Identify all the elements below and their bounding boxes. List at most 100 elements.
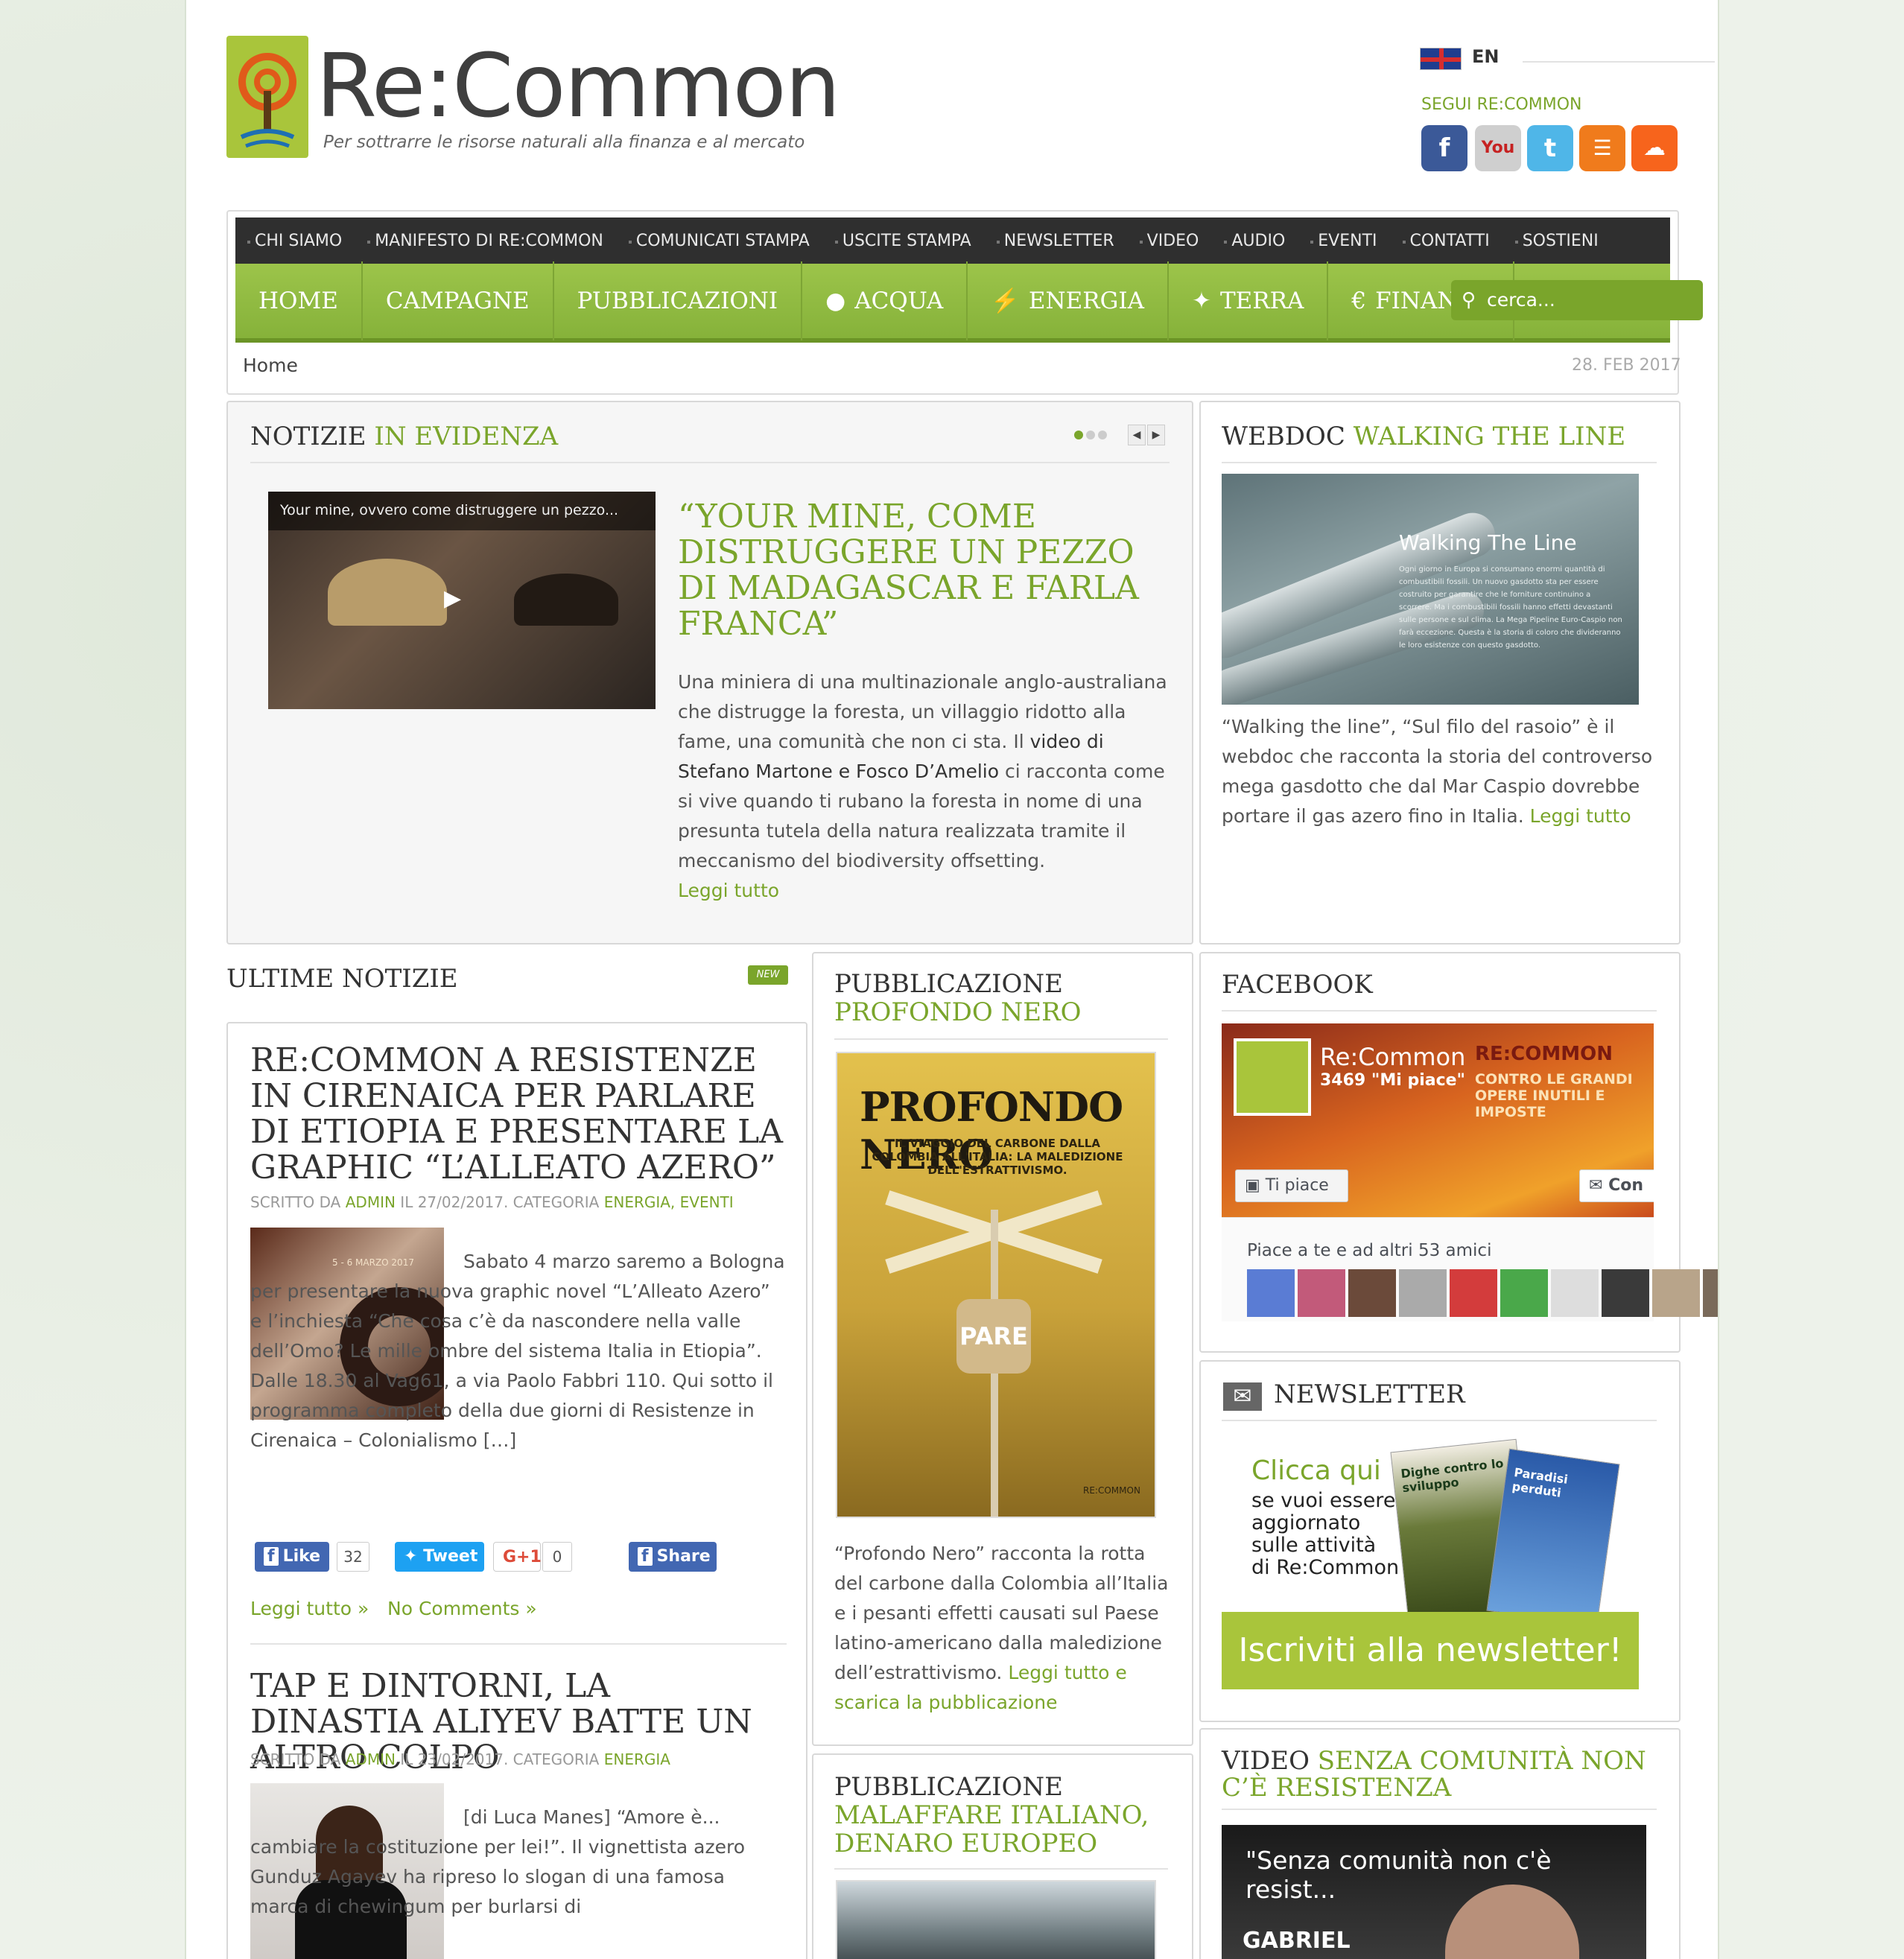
featured-title[interactable]: “YOUR MINE, COME DISTRUGGERE UN PEZZO DI… [678, 499, 1140, 642]
newsletter-subscribe-button[interactable]: Iscriviti alla newsletter! [1222, 1612, 1639, 1689]
hat-shape [328, 559, 447, 626]
webdoc-image[interactable]: Walking The Line Ogni giorno in Europa s… [1222, 474, 1639, 705]
nav-home[interactable]: HOME [235, 261, 363, 340]
nav-uscite-stampa[interactable]: USCITE STAMPA [834, 232, 971, 250]
featured-read-more[interactable]: Leggi tutto [678, 876, 779, 906]
avatar[interactable] [1247, 1269, 1295, 1317]
facebook-like-count: 3469 "Mi piace" [1320, 1071, 1466, 1090]
avatar[interactable] [1652, 1269, 1700, 1317]
facebook-page-banner[interactable]: Re:Common 3469 "Mi piace" RE:COMMON CONT… [1222, 1023, 1654, 1217]
divider [1222, 1809, 1657, 1810]
cover-subtitle: IL VIAGGIO DEL CARBONE DALLA COLOMBIA AL… [872, 1137, 1123, 1177]
facebook-contact-button[interactable]: ✉ Con [1579, 1169, 1654, 1202]
page-container: Re:Common Per sottrarre le risorse natur… [185, 0, 1719, 1959]
nav-newsletter[interactable]: NEWSLETTER [996, 232, 1114, 250]
site-title[interactable]: Re:Common [316, 42, 841, 130]
nav-chi-siamo[interactable]: CHI SIAMO [247, 232, 342, 250]
divider [834, 1868, 1168, 1870]
publication-cover[interactable] [836, 1880, 1156, 1959]
newsletter-cta-subtext: se vuoi essere aggiornato sulle attività… [1251, 1489, 1400, 1579]
post-comments-link[interactable]: No Comments » [387, 1594, 537, 1624]
author-link[interactable]: ADMIN [346, 1193, 396, 1211]
post-excerpt: Sabato 4 marzo saremo a Bologna per pres… [250, 1251, 785, 1451]
category-link[interactable]: ENERGIA, EVENTI [604, 1193, 734, 1211]
avatar[interactable] [1450, 1269, 1497, 1317]
publication-heading: PUBBLICAZIONE MALAFFARE ITALIANO, DENARO… [834, 1772, 1149, 1858]
divider [1222, 462, 1657, 463]
twitter-icon[interactable]: t [1527, 125, 1573, 171]
tweet-button[interactable]: ✦ Tweet [395, 1542, 484, 1572]
avatar[interactable] [1602, 1269, 1649, 1317]
water-drop-icon: ● [825, 288, 846, 314]
post-meta: SCRITTO DA ADMIN IL 27/02/2017. CATEGORI… [250, 1193, 734, 1211]
author-link[interactable]: ADMIN [346, 1750, 396, 1768]
video-player[interactable]: "Senza comunità non c'è resist... GABRIE… [1222, 1825, 1646, 1959]
nav-sostieni[interactable]: SOSTIENI [1514, 232, 1599, 250]
featured-excerpt: Una miniera di una multinazionale anglo-… [678, 671, 1167, 871]
category-link[interactable]: ENERGIA [604, 1750, 670, 1768]
soundcloud-icon[interactable]: ☁ [1631, 125, 1678, 171]
video-caption: GABRIEL [1243, 1928, 1351, 1954]
nav-contatti[interactable]: CONTATTI [1402, 232, 1490, 250]
post-excerpt: [di Luca Manes] “Amore è... cambiare la … [250, 1806, 746, 1917]
search-icon: ⚲ [1462, 289, 1476, 311]
play-icon[interactable]: ▶ [444, 585, 461, 612]
featured-video[interactable]: Your mine, ovvero come distruggere un pe… [268, 492, 656, 709]
video-title: Your mine, ovvero come distruggere un pe… [280, 502, 619, 518]
avatar[interactable] [1551, 1269, 1599, 1317]
webdoc-read-more[interactable]: Leggi tutto [1530, 805, 1631, 827]
twitter-icon: ✦ [404, 1547, 424, 1566]
rss-icon[interactable]: ☰ [1579, 125, 1625, 171]
facebook-friends-avatars[interactable] [1247, 1269, 1718, 1317]
logo-icon[interactable] [226, 36, 308, 158]
nav-manifesto[interactable]: MANIFESTO DI RE:COMMON [367, 232, 603, 250]
post-title[interactable]: RE:COMMON A RESISTENZE IN CIRENAICA PER … [250, 1043, 787, 1186]
facebook-icon[interactable]: f [1421, 125, 1467, 171]
banner-text: CONTRO LE GRANDI OPERE INUTILI E IMPOSTE [1475, 1071, 1633, 1120]
next-arrow-icon[interactable]: ▶ [1147, 425, 1165, 445]
newsletter-heading: NEWSLETTER [1274, 1379, 1465, 1409]
avatar[interactable] [1348, 1269, 1396, 1317]
facebook-like-page-button[interactable]: ▣ Ti piace [1235, 1169, 1348, 1202]
slider-dots[interactable] [1074, 431, 1107, 439]
nav-comunicati-stampa[interactable]: COMUNICATI STAMPA [628, 232, 810, 250]
featured-heading: NOTIZIE IN EVIDENZA [250, 422, 559, 451]
facebook-heading: FACEBOOK [1222, 970, 1373, 1000]
publication-cover[interactable]: PROFONDO NERO IL VIAGGIO DEL CARBONE DAL… [836, 1052, 1156, 1518]
newsletter-banner[interactable]: Clicca qui se vuoi essere aggiornato sul… [1222, 1433, 1639, 1689]
language-switch[interactable]: EN [1472, 46, 1499, 67]
facebook-like-button[interactable]: f Like [255, 1542, 329, 1572]
avatar[interactable] [1399, 1269, 1447, 1317]
breadcrumb[interactable]: Home [243, 355, 298, 376]
google-plus-button[interactable]: G+1 [493, 1542, 542, 1572]
facebook-page-name[interactable]: Re:Common [1320, 1043, 1465, 1071]
nav-campagne[interactable]: CAMPAGNE [363, 261, 554, 340]
youtube-icon[interactable]: You [1475, 125, 1521, 171]
wheat-icon: ✦ [1192, 288, 1211, 314]
prev-arrow-icon[interactable]: ◀ [1128, 425, 1146, 445]
avatar[interactable] [1500, 1269, 1548, 1317]
like-count: 32 [337, 1542, 369, 1572]
nav-pubblicazioni[interactable]: PUBBLICAZIONI [554, 261, 803, 340]
divider [1222, 1420, 1657, 1421]
nav-video[interactable]: VIDEO [1139, 232, 1199, 250]
avatar[interactable] [1703, 1269, 1718, 1317]
current-date: 28. FEB 2017 [1572, 356, 1681, 375]
webdoc-heading: WEBDOC WALKING THE LINE [1222, 422, 1626, 451]
nav-acqua[interactable]: ● ACQUA [802, 261, 968, 340]
search-input[interactable]: ⚲ cerca... [1451, 280, 1703, 320]
facebook-icon: ▣ [1245, 1176, 1266, 1195]
site-tagline: Per sottrarre le risorse naturali alla f… [323, 133, 805, 152]
post-meta: SCRITTO DA ADMIN IL 23/02/2017. CATEGORI… [250, 1750, 670, 1768]
divider [250, 462, 1170, 463]
nav-audio[interactable]: AUDIO [1224, 232, 1285, 250]
nav-terra[interactable]: ✦ TERRA [1169, 261, 1329, 340]
facebook-share-button[interactable]: f Share [629, 1542, 717, 1572]
post-read-more[interactable]: Leggi tutto » [250, 1594, 369, 1624]
nav-energia[interactable]: ⚡ ENERGIA [968, 261, 1170, 340]
hat-shape [514, 574, 618, 626]
avatar[interactable] [1298, 1269, 1345, 1317]
nav-eventi[interactable]: EVENTI [1310, 232, 1377, 250]
new-badge: NEW [748, 965, 788, 985]
uk-flag-icon[interactable] [1420, 48, 1462, 70]
